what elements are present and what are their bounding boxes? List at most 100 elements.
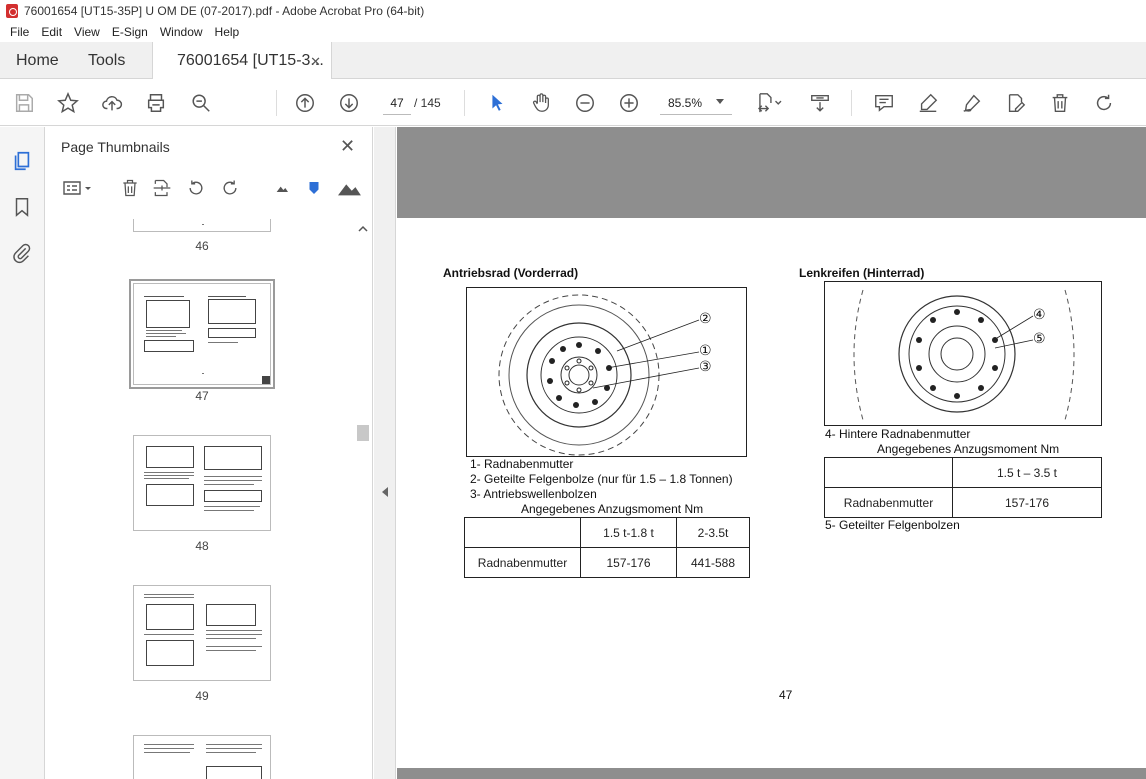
thumbnail-label: 49: [195, 689, 209, 703]
thumbnail-label: 48: [195, 539, 209, 553]
select-pointer-icon[interactable]: [485, 91, 509, 115]
table-cell: 157-176: [952, 487, 1102, 518]
drive-wheel-figure: ② ① ③: [466, 287, 747, 457]
title-bar: 76001654 [UT15-35P] U OM DE (07-2017).pd…: [0, 0, 1146, 22]
cloud-upload-icon[interactable]: [100, 91, 124, 115]
legend-item-3: 3- Antriebswellenbolzen: [470, 487, 597, 501]
thumbnail-page-49[interactable]: [133, 585, 271, 681]
collapse-panel-icon[interactable]: [382, 487, 388, 497]
thumbnail-scrollbar[interactable]: [355, 219, 371, 779]
delete-trash-icon[interactable]: [1048, 91, 1072, 115]
steering-wheel-figure: ④ ⑤: [824, 281, 1102, 426]
callout-1: ①: [699, 342, 712, 358]
menu-window[interactable]: Window: [154, 25, 209, 39]
delete-pages-icon[interactable]: [119, 177, 141, 199]
thumbnail-toolbar: [55, 175, 365, 201]
scroll-up-icon[interactable]: [355, 223, 371, 235]
table-cell: Radnabenmutter: [824, 487, 953, 518]
save-icon[interactable]: [12, 91, 36, 115]
menu-view[interactable]: View: [68, 25, 106, 39]
comment-icon[interactable]: [872, 91, 896, 115]
panel-splitter[interactable]: [374, 127, 396, 779]
thumbnail-size-small-icon[interactable]: [271, 177, 293, 199]
scroll-mode-icon[interactable]: [808, 91, 832, 115]
left-heading: Antriebsrad (Vorderrad): [443, 266, 579, 280]
menu-esign[interactable]: E-Sign: [106, 25, 154, 39]
page-number: 47: [779, 688, 793, 702]
page-thumbnails-panel: Page Thumbnails ✕ 46 47 48 49: [45, 127, 373, 779]
document-view[interactable]: Antriebsrad (Vorderrad) ② ① ③ 1- Radnabe…: [397, 127, 1146, 779]
right-torque-title: Angegebenes Anzugsmoment Nm: [877, 442, 1060, 456]
zoom-out-icon[interactable]: [573, 91, 597, 115]
extract-pages-icon[interactable]: [151, 177, 173, 199]
thumbnail-page-50[interactable]: [133, 735, 271, 779]
legend-item-2: 2- Geteilte Felgenbolze (nur für 1.5 – 1…: [470, 472, 733, 486]
bookmarks-icon[interactable]: [10, 195, 34, 219]
previous-page-icon[interactable]: [293, 91, 317, 115]
thumbnail-label: 47: [195, 389, 209, 403]
rotate-counterclockwise-icon[interactable]: [185, 177, 207, 199]
scrollbar-thumb[interactable]: [357, 425, 369, 441]
print-icon[interactable]: [144, 91, 168, 115]
tab-home[interactable]: Home: [16, 42, 59, 79]
callout-3: ③: [699, 358, 712, 374]
table-header-cell: 1.5 t – 3.5 t: [952, 457, 1102, 488]
menu-bar: File Edit View E-Sign Window Help: [0, 22, 1146, 42]
thumbnail-page-47[interactable]: [129, 279, 275, 389]
options-menu-icon[interactable]: [61, 177, 93, 199]
rotate-clockwise-icon[interactable]: [1092, 91, 1116, 115]
highlight-pen-icon[interactable]: [916, 91, 940, 115]
left-torque-table: 1.5 t-1.8 t 2-3.5t Radnabenmutter 157-17…: [464, 517, 750, 578]
legend-item-5: 5- Geteilter Felgenbolzen: [825, 518, 960, 532]
thumbnail-size-large-icon[interactable]: [335, 177, 363, 199]
thumbnail-label: 46: [195, 239, 209, 253]
edit-pdf-icon[interactable]: [1004, 91, 1028, 115]
zoom-in-icon[interactable]: [617, 91, 641, 115]
bookmark-star-icon[interactable]: [56, 91, 80, 115]
left-torque-title: Angegebenes Anzugsmoment Nm: [521, 502, 704, 516]
tab-tools[interactable]: Tools: [88, 42, 125, 79]
table-header-cell: [464, 517, 581, 548]
menu-help[interactable]: Help: [209, 25, 246, 39]
close-panel-icon[interactable]: ✕: [340, 136, 355, 157]
table-header-cell: 1.5 t-1.8 t: [580, 517, 677, 548]
right-torque-table: 1.5 t – 3.5 t Radnabenmutter 157-176: [824, 457, 1102, 518]
close-tab-icon[interactable]: ✕: [310, 54, 321, 70]
left-rail: [0, 127, 45, 779]
next-page-icon[interactable]: [337, 91, 361, 115]
page-thumbnails-icon[interactable]: [10, 149, 34, 173]
chevron-down-icon: [716, 99, 724, 104]
attachments-paperclip-icon[interactable]: [10, 241, 34, 265]
legend-item-4: 4- Hintere Radnabenmutter: [825, 427, 971, 441]
acrobat-icon: [6, 4, 18, 18]
tab-document[interactable]: 76001654 [UT15-3... ✕: [152, 42, 332, 79]
table-cell: 157-176: [580, 547, 677, 578]
tab-bar: Home Tools 76001654 [UT15-3... ✕: [0, 42, 1146, 79]
hand-tool-icon[interactable]: [529, 91, 553, 115]
tab-document-label: 76001654 [UT15-3...: [177, 51, 324, 69]
main-toolbar: / 145 85.5%: [0, 80, 1146, 126]
table-header-cell: 2-3.5t: [676, 517, 750, 548]
thumbnail-page-46[interactable]: [133, 219, 271, 232]
zoom-search-icon[interactable]: [189, 91, 213, 115]
page-number-input[interactable]: [383, 91, 411, 115]
window-title: 76001654 [UT15-35P] U OM DE (07-2017).pd…: [24, 4, 425, 18]
legend-item-1: 1- Radnabenmutter: [470, 457, 574, 471]
callout-2: ②: [699, 310, 712, 326]
pdf-page: Antriebsrad (Vorderrad) ② ① ③ 1- Radnabe…: [397, 218, 1146, 768]
panel-title: Page Thumbnails: [61, 139, 170, 155]
page-fit-icon[interactable]: [752, 91, 788, 115]
table-cell: 441-588: [676, 547, 750, 578]
table-cell: Radnabenmutter: [464, 547, 581, 578]
callout-4: ④: [1033, 306, 1046, 322]
thumbnail-size-slider-icon[interactable]: [303, 177, 325, 199]
thumbnail-page-48[interactable]: [133, 435, 271, 531]
menu-file[interactable]: File: [4, 25, 35, 39]
table-header-cell: [824, 457, 953, 488]
menu-edit[interactable]: Edit: [35, 25, 68, 39]
right-heading: Lenkreifen (Hinterrad): [799, 266, 925, 280]
page-total: / 145: [414, 96, 441, 110]
sign-pen-icon[interactable]: [960, 91, 984, 115]
rotate-clockwise-icon[interactable]: [219, 177, 241, 199]
zoom-level-dropdown[interactable]: 85.5%: [660, 91, 732, 115]
